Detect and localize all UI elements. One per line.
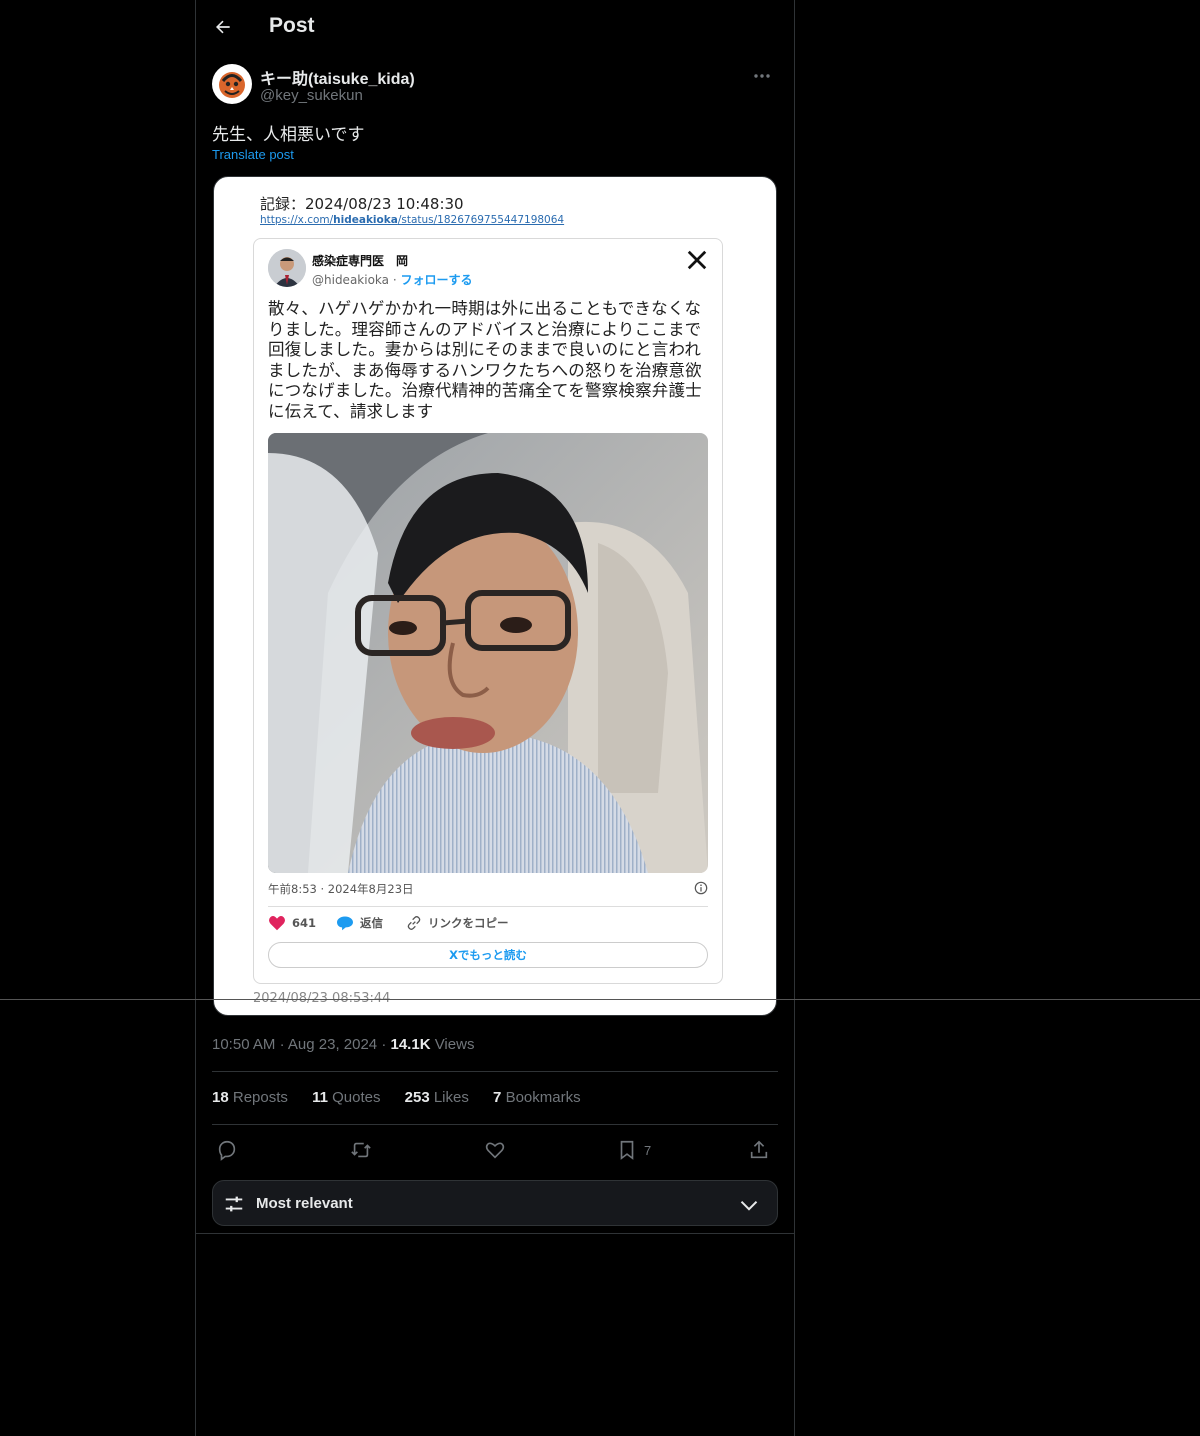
more-horizontal-icon xyxy=(754,74,770,78)
likes-stat[interactable]: 253 Likes xyxy=(405,1089,469,1106)
author-display-name[interactable]: キー助(taisuke_kida) xyxy=(260,65,415,89)
post-text: 先生、人相悪いです xyxy=(212,125,365,144)
speech-bubble-icon xyxy=(337,916,353,931)
embed-author-handle: @hideakioka · フォローする xyxy=(312,273,473,287)
post-stats: 18 Reposts 11 Quotes 253 Likes 7 Bookmar… xyxy=(212,1089,601,1106)
embed-actions: 641 返信 リンクをコピー xyxy=(268,915,708,933)
reply-sort-dropdown[interactable]: Most relevant xyxy=(212,1180,778,1226)
embedded-tweet-card: 感染症専門医 岡 @hideakioka · フォローする 散々、ハゲハゲかかれ… xyxy=(253,238,723,984)
bookmarks-stat[interactable]: 7 Bookmarks xyxy=(493,1089,581,1106)
bookmark-count: 7 xyxy=(644,1142,652,1158)
chevron-down-icon xyxy=(740,1200,758,1211)
bookmark-icon xyxy=(620,1140,634,1160)
back-button[interactable] xyxy=(208,12,238,42)
divider xyxy=(212,1071,778,1072)
embed-tweet-text: 散々、ハゲハゲかかれ一時期は外に出ることもできなくなりました。理容師さんのアドバ… xyxy=(268,299,702,421)
embed-copy-link: リンクをコピー xyxy=(406,915,509,931)
page-divider xyxy=(0,999,1200,1000)
post-date[interactable]: Aug 23, 2024 xyxy=(288,1036,377,1053)
link-icon xyxy=(407,916,421,930)
primary-column: Post キー助(taisuke_kida) @key_sukekun 先生、人… xyxy=(195,0,795,1436)
read-more-on-x-button: Xでもっと読む xyxy=(268,942,708,968)
x-logo-icon xyxy=(687,250,707,270)
bookmark-button[interactable]: 7 xyxy=(616,1138,651,1162)
sort-selected-value: Most relevant xyxy=(256,1195,353,1212)
views-count: 14.1K xyxy=(390,1036,431,1053)
page-header: Post xyxy=(196,0,794,54)
embed-divider xyxy=(268,906,708,907)
post-meta: 10:50 AM · Aug 23, 2024 · 14.1K Views xyxy=(212,1036,475,1053)
sliders-icon xyxy=(225,1196,243,1212)
share-icon xyxy=(750,1140,768,1159)
reply-button[interactable] xyxy=(216,1138,238,1162)
translate-post-link[interactable]: Translate post xyxy=(212,147,294,162)
info-icon xyxy=(694,881,708,895)
avatar-image xyxy=(213,65,251,103)
repost-icon xyxy=(351,1142,371,1158)
embed-like: 641 xyxy=(268,915,316,931)
arrow-left-icon xyxy=(216,20,230,34)
post-actions: 7 xyxy=(212,1136,778,1164)
quotes-stat[interactable]: 11 Quotes xyxy=(312,1089,380,1106)
embed-reply: 返信 xyxy=(336,915,383,931)
views-label: Views xyxy=(434,1036,475,1053)
embed-author-name: 感染症専門医 岡 xyxy=(312,254,409,268)
heart-icon xyxy=(485,1142,505,1159)
page-title: Post xyxy=(269,14,315,37)
like-button[interactable] xyxy=(484,1138,506,1162)
share-button[interactable] xyxy=(748,1138,770,1162)
record-timestamp: 記録：2024/08/23 10:48:30 xyxy=(260,195,464,213)
author-handle[interactable]: @key_sukekun xyxy=(260,87,363,104)
repost-button[interactable] xyxy=(350,1138,372,1162)
embed-avatar xyxy=(268,249,306,287)
embed-timestamp: 午前8:53 · 2024年8月23日 xyxy=(268,882,414,896)
post-time[interactable]: 10:50 AM xyxy=(212,1036,275,1053)
divider xyxy=(212,1124,778,1125)
more-options-button[interactable] xyxy=(746,66,778,86)
avatar[interactable] xyxy=(212,64,252,104)
record-url: https://x.com/hideakioka/status/18267697… xyxy=(260,214,565,226)
post-author: キー助(taisuke_kida) @key_sukekun xyxy=(212,64,778,108)
embed-photo xyxy=(268,433,708,873)
post-media-image[interactable]: 記録：2024/08/23 10:48:30 https://x.com/hid… xyxy=(213,176,777,1016)
heart-filled-icon xyxy=(269,916,285,931)
embed-follow-label: フォローする xyxy=(400,273,473,287)
reposts-stat[interactable]: 18 Reposts xyxy=(212,1089,288,1106)
reply-icon xyxy=(218,1140,236,1161)
divider xyxy=(196,1233,794,1234)
